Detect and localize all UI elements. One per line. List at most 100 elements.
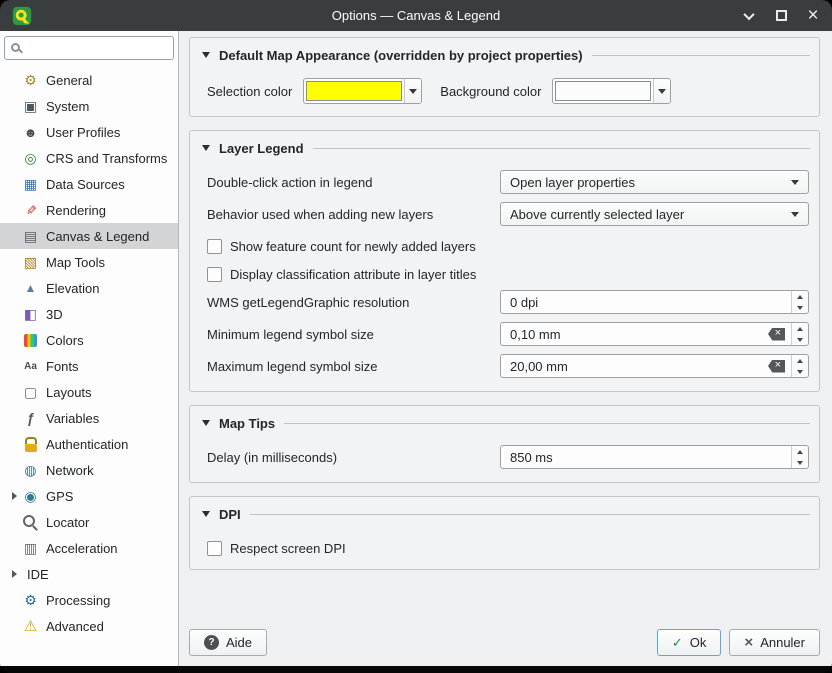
help-button[interactable]: Aide [189, 629, 268, 656]
sidebar-item-colors[interactable]: Colors [0, 327, 178, 353]
sidebar-item-3d[interactable]: 3D [0, 301, 178, 327]
sidebar-item-general[interactable]: General [0, 67, 178, 93]
new-layers-behavior-combobox[interactable]: Above currently selected layer [500, 202, 809, 226]
respect-screen-dpi-checkbox[interactable] [207, 540, 222, 556]
header-rule [312, 147, 810, 149]
feature-count-row: Show feature count for newly added layer… [207, 237, 809, 255]
sidebar-item-gps[interactable]: GPS [0, 483, 178, 509]
color-palette-icon [22, 332, 39, 349]
sidebar-item-map-tools[interactable]: Map Tools [0, 249, 178, 275]
classification-attribute-row: Display classification attribute in laye… [207, 265, 809, 283]
section-header-layer-legend[interactable]: Layer Legend [199, 136, 810, 160]
new-layers-behavior-label: Behavior used when adding new layers [207, 206, 434, 222]
sidebar-item-authentication[interactable]: Authentication [0, 431, 178, 457]
show-feature-count-checkbox[interactable] [207, 238, 222, 254]
expander-arrow-icon[interactable] [8, 492, 20, 500]
chevron-down-icon [791, 211, 799, 217]
section-header-dpi[interactable]: DPI [199, 502, 810, 526]
background-color-label: Background color [440, 83, 542, 99]
cancel-button-label: Annuler [760, 635, 805, 650]
check-icon [672, 635, 683, 651]
max-symbol-size-spinbox[interactable]: 20,00 mm [500, 354, 809, 378]
sidebar-item-canvas-legend[interactable]: Canvas & Legend [0, 223, 178, 249]
spin-down-icon[interactable] [792, 366, 808, 377]
sidebar-item-advanced[interactable]: Advanced [0, 613, 178, 639]
sidebar-item-variables[interactable]: Variables [0, 405, 178, 431]
window-menu-chevron-icon[interactable] [742, 8, 756, 23]
dialog-footer: Aide Ok Annuler [189, 623, 820, 657]
spin-down-icon[interactable] [792, 457, 808, 468]
sidebar-item-label: Elevation [46, 280, 100, 296]
sidebar-item-acceleration[interactable]: Acceleration [0, 535, 178, 561]
wms-resolution-label: WMS getLegendGraphic resolution [207, 294, 410, 310]
sidebar-item-network[interactable]: Network [0, 457, 178, 483]
section-title: Default Map Appearance (overridden by pr… [219, 47, 583, 63]
maximize-icon[interactable] [774, 9, 788, 23]
selection-color-button[interactable] [303, 78, 423, 104]
double-click-action-combobox[interactable]: Open layer properties [500, 170, 809, 194]
collapse-arrow-icon[interactable] [202, 511, 210, 517]
clear-value-icon[interactable] [768, 327, 785, 341]
sidebar-item-ide[interactable]: IDE [0, 561, 178, 587]
map-tips-delay-spinbox[interactable]: 850 ms [500, 445, 809, 469]
spin-up-icon[interactable] [792, 323, 808, 334]
sidebar-item-system[interactable]: System [0, 93, 178, 119]
section-default-map-appearance: Default Map Appearance (overridden by pr… [189, 37, 820, 117]
sidebar-item-crs-and-transforms[interactable]: CRS and Transforms [0, 145, 178, 171]
sidebar-item-label: Data Sources [46, 176, 125, 192]
collapse-arrow-icon[interactable] [202, 145, 210, 151]
display-classification-label: Display classification attribute in laye… [230, 266, 477, 282]
sidebar-item-locator[interactable]: Locator [0, 509, 178, 535]
sidebar-item-elevation[interactable]: Elevation [0, 275, 178, 301]
spin-up-icon[interactable] [792, 355, 808, 366]
tools-gear-icon [22, 72, 39, 89]
sidebar-item-fonts[interactable]: Fonts [0, 353, 178, 379]
spin-buttons [791, 323, 808, 345]
ok-button[interactable]: Ok [656, 629, 722, 656]
system-monitor-icon [22, 98, 39, 115]
sidebar-item-layouts[interactable]: Layouts [0, 379, 178, 405]
spin-up-icon[interactable] [792, 291, 808, 302]
sidebar-item-user-profiles[interactable]: User Profiles [0, 119, 178, 145]
close-icon[interactable] [806, 9, 820, 23]
spin-down-icon[interactable] [792, 334, 808, 345]
wms-resolution-spinbox[interactable]: 0 dpi [500, 290, 809, 314]
display-classification-checkbox[interactable] [207, 266, 222, 282]
section-header-map-tips[interactable]: Map Tips [199, 411, 810, 435]
respect-screen-dpi-row: Respect screen DPI [207, 539, 809, 557]
sidebar-item-label: Layouts [46, 384, 92, 400]
clear-value-icon[interactable] [768, 359, 785, 373]
spin-up-icon[interactable] [792, 446, 808, 457]
min-symbol-size-spinbox[interactable]: 0,10 mm [500, 322, 809, 346]
wms-resolution-row: WMS getLegendGraphic resolution 0 dpi [207, 289, 809, 315]
sidebar-search[interactable] [4, 36, 174, 60]
section-dpi: DPI Respect screen DPI [189, 496, 820, 570]
sidebar-item-data-sources[interactable]: Data Sources [0, 171, 178, 197]
search-input[interactable] [28, 40, 167, 56]
map-appearance-row: Selection color Background color [207, 78, 809, 104]
expander-arrow-icon[interactable] [8, 570, 20, 578]
respect-screen-dpi-label: Respect screen DPI [230, 540, 346, 556]
selection-color-swatch [306, 81, 403, 101]
collapse-arrow-icon[interactable] [202, 52, 210, 58]
background-color-swatch [555, 81, 652, 101]
titlebar[interactable]: Options — Canvas & Legend [0, 0, 832, 31]
spin-down-icon[interactable] [792, 302, 808, 313]
sidebar-item-label: IDE [27, 566, 49, 582]
background-color-button[interactable] [552, 78, 672, 104]
sidebar-item-processing[interactable]: Processing [0, 587, 178, 613]
sidebar-item-label: Colors [46, 332, 84, 348]
min-symbol-size-row: Minimum legend symbol size 0,10 mm [207, 321, 809, 347]
sidebar-item-label: Advanced [46, 618, 104, 634]
show-feature-count-label: Show feature count for newly added layer… [230, 238, 476, 254]
cancel-button[interactable]: Annuler [729, 629, 820, 656]
selection-color-dropdown-arrow[interactable] [404, 79, 422, 103]
sidebar-item-rendering[interactable]: Rendering [0, 197, 178, 223]
section-header-default-map-appearance[interactable]: Default Map Appearance (overridden by pr… [199, 43, 810, 67]
sidebar-item-label: Locator [46, 514, 90, 530]
background-color-dropdown-arrow[interactable] [653, 79, 671, 103]
collapse-arrow-icon[interactable] [202, 420, 210, 426]
section-layer-legend: Layer Legend Double-click action in lege… [189, 130, 820, 392]
map-tips-delay-label: Delay (in milliseconds) [207, 449, 338, 465]
fonts-aa-icon [22, 358, 39, 375]
